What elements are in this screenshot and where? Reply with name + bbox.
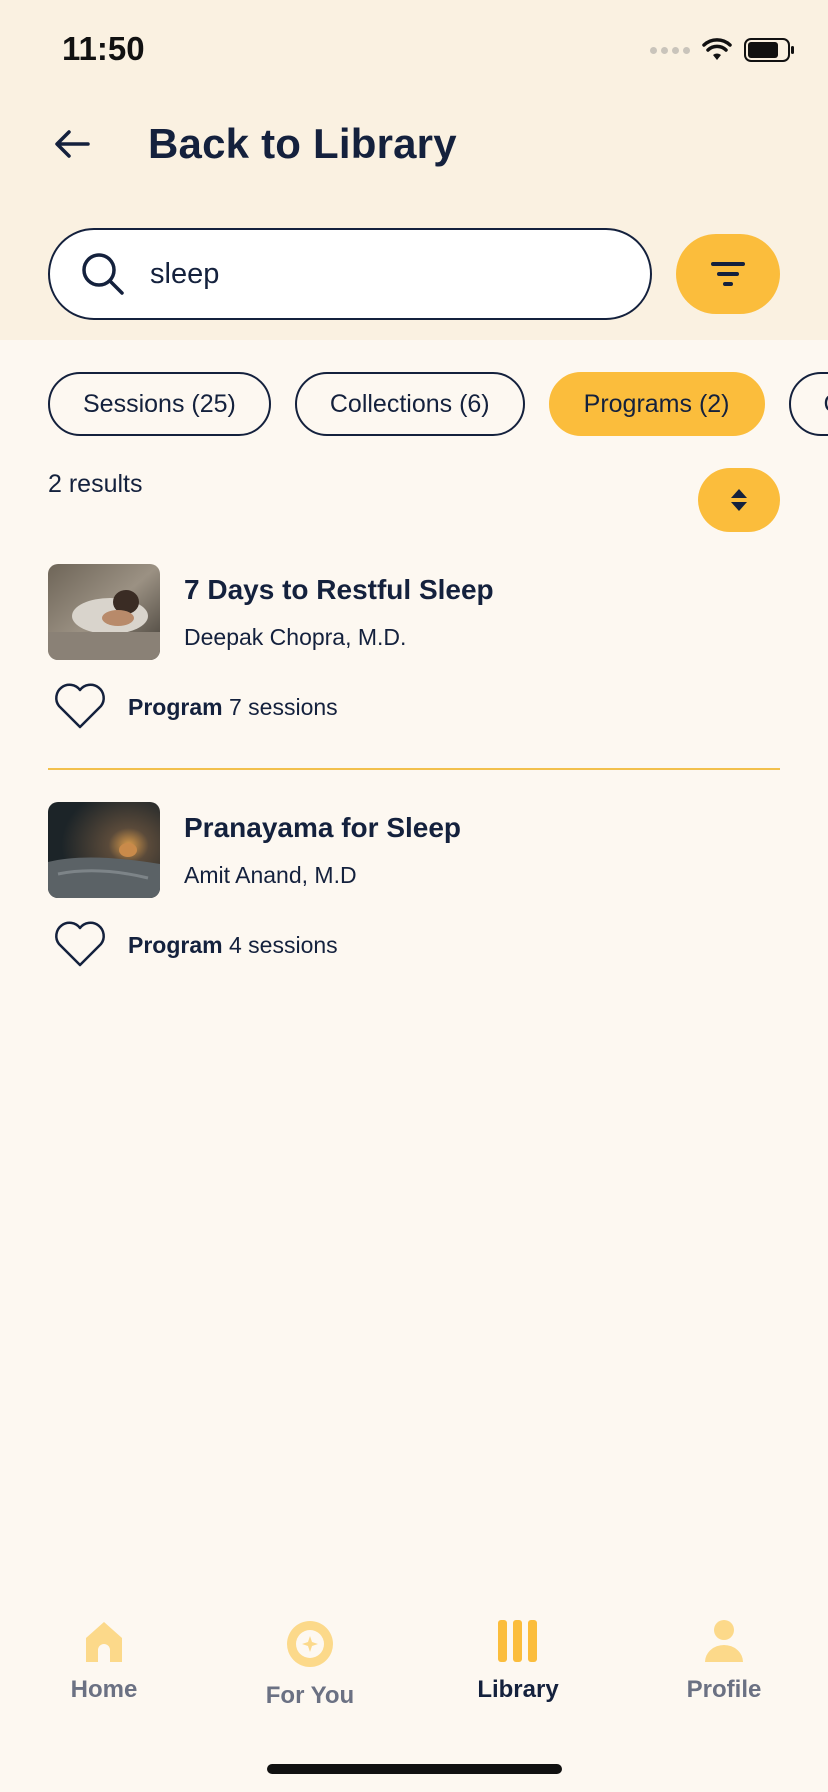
program-meta: Program 7 sessions [128, 694, 338, 721]
list-item[interactable]: 7 Days to Restful Sleep Deepak Chopra, M… [48, 564, 780, 754]
wifi-icon [702, 38, 732, 60]
program-sessions: 7 sessions [228, 694, 338, 720]
list-item[interactable]: Pranayama for Sleep Amit Anand, M.D Prog… [48, 802, 780, 992]
program-thumbnail [48, 564, 160, 660]
library-icon [498, 1620, 537, 1662]
search-input[interactable] [150, 257, 570, 291]
page-title[interactable]: Back to Library [148, 120, 457, 168]
header-area: 11:50 Back to Library [0, 0, 828, 340]
for-you-icon [287, 1621, 333, 1667]
tab-label: For You [265, 1682, 355, 1709]
tab-for-you[interactable]: For You [220, 1618, 400, 1710]
sort-icon [731, 489, 747, 511]
program-title: Pranayama for Sleep [184, 812, 462, 843]
chip-collections[interactable]: Collections (6) [294, 372, 525, 436]
filter-icon [711, 262, 745, 286]
heart-icon[interactable] [52, 680, 108, 732]
program-sessions: 4 sessions [228, 932, 338, 958]
program-type: Program [128, 932, 223, 958]
chip-partial[interactable]: C [788, 372, 828, 436]
tab-label: Profile [686, 1676, 762, 1703]
cellular-signal-icon [650, 46, 690, 54]
program-author: Amit Anand, M.D [184, 862, 357, 888]
tab-library[interactable]: Library [428, 1618, 608, 1704]
home-indicator [267, 1764, 562, 1774]
program-meta: Program 4 sessions [128, 932, 338, 959]
program-title: 7 Days to Restful Sleep [184, 574, 494, 605]
home-icon [86, 1622, 122, 1662]
sort-button[interactable] [698, 468, 780, 532]
category-chips: Sessions (25) Collections (6) Programs (… [48, 372, 828, 436]
status-time: 11:50 [62, 30, 145, 67]
tab-label: Home [70, 1676, 138, 1703]
search-box[interactable] [48, 228, 652, 320]
tab-profile[interactable]: Profile [634, 1618, 814, 1704]
divider [48, 768, 780, 770]
battery-icon [744, 38, 794, 62]
program-author: Deepak Chopra, M.D. [184, 624, 407, 650]
program-thumbnail [48, 802, 160, 898]
tab-label: Library [477, 1676, 559, 1703]
filter-button[interactable] [676, 234, 780, 314]
status-icons [650, 36, 796, 64]
tab-home[interactable]: Home [14, 1618, 194, 1704]
results-count: 2 results [48, 470, 143, 498]
profile-icon [705, 1620, 743, 1662]
chip-sessions[interactable]: Sessions (25) [48, 372, 271, 436]
heart-icon[interactable] [52, 918, 108, 970]
back-arrow-icon[interactable] [48, 120, 96, 168]
back-row: Back to Library [48, 120, 457, 168]
program-type: Program [128, 694, 223, 720]
chip-programs[interactable]: Programs (2) [548, 372, 765, 436]
search-icon [82, 253, 124, 295]
